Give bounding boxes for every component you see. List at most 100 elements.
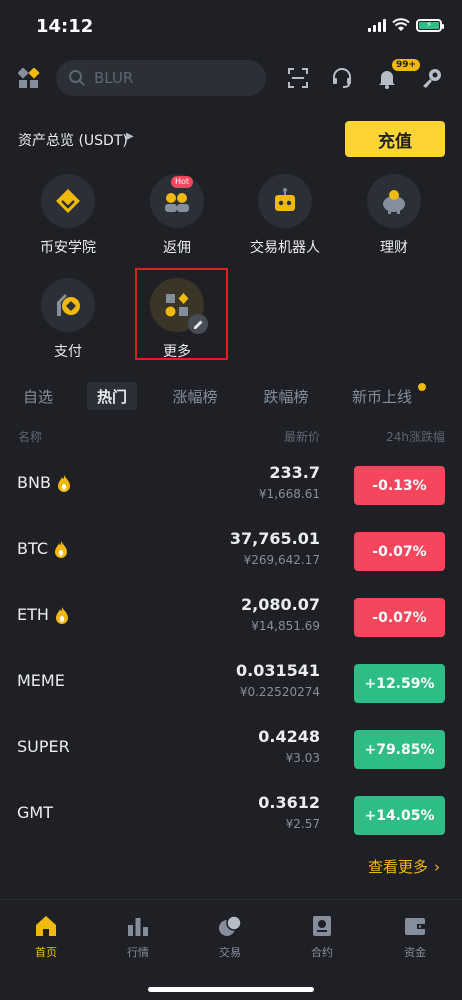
nav-futures[interactable]: 合约	[292, 914, 352, 960]
chevron-right-icon: ›	[434, 857, 440, 876]
wallet-icon	[402, 914, 428, 938]
table-row[interactable]: MEME 0.031541 ¥0.22520274 +12.59%	[0, 650, 462, 716]
flame-icon	[55, 606, 68, 624]
trade-icon	[217, 914, 243, 938]
flame-icon	[57, 474, 70, 492]
fiat-price: ¥269,642.17	[243, 553, 320, 567]
symbol-label: BNB	[17, 473, 51, 492]
shortcut-label: 支付	[54, 344, 82, 360]
academy-icon	[41, 174, 95, 228]
nav-home[interactable]: 首页	[16, 914, 76, 960]
table-row[interactable]: GMT 0.3612 ¥2.57 +14.05%	[0, 782, 462, 848]
last-price: 0.4248	[258, 727, 320, 746]
deposit-button[interactable]: 充值	[345, 121, 445, 157]
status-time: 14:12	[36, 16, 94, 37]
change-badge[interactable]: +14.05%	[354, 796, 445, 835]
change-badge[interactable]: +12.59%	[354, 664, 445, 703]
symbol: MEME	[17, 671, 65, 690]
shortcut-label: 交易机器人	[250, 240, 320, 256]
shortcut-pay[interactable]: 支付	[18, 278, 118, 361]
markets-icon	[125, 914, 151, 938]
fiat-price: ¥3.03	[285, 751, 320, 765]
symbol: SUPER	[17, 737, 70, 756]
fiat-price: ¥1,668.61	[258, 487, 320, 501]
fiat-price: ¥0.22520274	[239, 685, 320, 699]
symbol-label: BTC	[17, 539, 48, 558]
referral-icon: Hot	[150, 174, 204, 228]
table-row[interactable]: BNB 233.7 ¥1,668.61 -0.13%	[0, 452, 462, 518]
flame-icon	[54, 540, 67, 558]
symbol: ETH	[17, 605, 69, 624]
pay-icon	[41, 278, 95, 332]
symbol-label: MEME	[17, 671, 65, 690]
robot-icon	[258, 174, 312, 228]
table-row[interactable]: BTC 37,765.01 ¥269,642.17 -0.07%	[0, 518, 462, 584]
shortcut-referral[interactable]: Hot 返佣	[127, 174, 227, 257]
last-price: 0.3612	[258, 793, 320, 812]
shortcut-label: 币安学院	[40, 240, 96, 256]
nav-label: 合约	[311, 946, 333, 959]
symbol-label: GMT	[17, 803, 53, 822]
tab-gainers[interactable]: 涨幅榜	[163, 382, 227, 410]
market-tabs: 自选 热门 涨幅榜 跌幅榜 新币上线	[0, 382, 462, 412]
symbol: GMT	[17, 803, 53, 822]
column-name: 名称	[18, 430, 43, 444]
asset-overview: 资产总览 (USDT) ▶ 充值	[0, 121, 462, 157]
notification-badge: 99+	[392, 59, 421, 71]
battery-icon: ⚡	[416, 18, 444, 32]
nav-label: 交易	[219, 946, 241, 959]
home-icon	[33, 914, 59, 938]
fiat-price: ¥2.57	[285, 817, 320, 831]
nav-label: 行情	[127, 946, 149, 959]
tab-favorites[interactable]: 自选	[14, 382, 62, 410]
last-price: 0.031541	[235, 661, 320, 680]
support-icon[interactable]	[331, 67, 353, 89]
shortcut-academy[interactable]: 币安学院	[18, 174, 118, 257]
nav-label: 首页	[35, 946, 57, 959]
change-badge[interactable]: +79.85%	[354, 730, 445, 769]
asset-overview-label[interactable]: 资产总览 (USDT)	[18, 130, 128, 150]
symbol-label: ETH	[17, 605, 49, 624]
last-price: 2,080.07	[241, 595, 320, 614]
column-headers: 名称 最新价 24h涨跌幅	[0, 428, 462, 444]
change-badge[interactable]: -0.13%	[354, 466, 445, 505]
piggy-bank-icon	[367, 174, 421, 228]
caret-right-icon[interactable]: ▶	[126, 131, 134, 142]
status-bar: 14:12 ⚡	[0, 0, 462, 55]
tab-losers[interactable]: 跌幅榜	[254, 382, 318, 410]
symbol: BTC	[17, 539, 68, 558]
change-badge[interactable]: -0.07%	[354, 598, 445, 637]
table-row[interactable]: ETH 2,080.07 ¥14,851.69 -0.07%	[0, 584, 462, 650]
table-row[interactable]: SUPER 0.4248 ¥3.03 +79.85%	[0, 716, 462, 782]
search-placeholder: BLUR	[94, 69, 134, 87]
top-bar: BLUR 99+	[0, 59, 462, 96]
symbol-label: SUPER	[17, 737, 70, 756]
app-menu-icon[interactable]	[18, 68, 40, 90]
new-dot	[418, 383, 426, 391]
highlight-box	[135, 268, 228, 360]
search-input[interactable]: BLUR	[56, 60, 266, 96]
last-price: 233.7	[269, 463, 320, 482]
hot-tag: Hot	[171, 176, 194, 188]
symbol: BNB	[17, 473, 71, 492]
shortcut-earn[interactable]: 理财	[344, 174, 444, 257]
nav-markets[interactable]: 行情	[108, 914, 168, 960]
nav-wallet[interactable]: 资金	[385, 914, 445, 960]
scan-icon[interactable]	[287, 67, 309, 89]
futures-icon	[309, 914, 335, 938]
column-change: 24h涨跌幅	[386, 430, 445, 444]
view-more-link[interactable]: 查看更多 ›	[368, 856, 440, 877]
tab-hot[interactable]: 热门	[87, 382, 137, 410]
column-price: 最新价	[283, 430, 320, 444]
status-icons: ⚡	[368, 18, 444, 32]
shortcut-label: 返佣	[163, 240, 191, 256]
change-badge[interactable]: -0.07%	[354, 532, 445, 571]
shortcut-trading-bot[interactable]: 交易机器人	[235, 174, 335, 257]
nav-trade[interactable]: 交易	[200, 914, 260, 960]
gift-card-icon[interactable]	[421, 67, 443, 89]
signal-icon	[368, 18, 386, 32]
tab-new-listings[interactable]: 新币上线	[346, 382, 426, 410]
shortcut-label: 理财	[380, 240, 408, 256]
home-indicator	[148, 987, 314, 992]
wifi-icon	[392, 18, 410, 31]
